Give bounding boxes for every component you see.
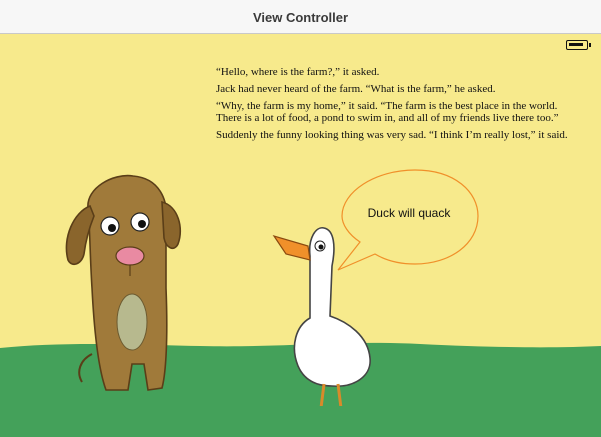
dog-illustration (65, 174, 182, 391)
story-text: “Hello, where is the farm?,” it asked. J… (216, 66, 576, 146)
battery-icon (566, 40, 591, 50)
view-controller-window: View Controller “Hello, where is the far… (0, 0, 601, 437)
title-bar: View Controller (0, 0, 601, 34)
duck-illustration (272, 227, 371, 406)
story-paragraph: Jack had never heard of the farm. “What … (216, 83, 496, 95)
story-paragraph: Suddenly the funny looking thing was ver… (216, 129, 568, 141)
story-paragraph: “Hello, where is the farm?,” it asked. (216, 66, 380, 78)
window-title: View Controller (252, 10, 349, 25)
story-scene: “Hello, where is the farm?,” it asked. J… (0, 34, 601, 437)
story-paragraph: “Why, the farm is my home,” it said. “Th… (216, 100, 559, 124)
